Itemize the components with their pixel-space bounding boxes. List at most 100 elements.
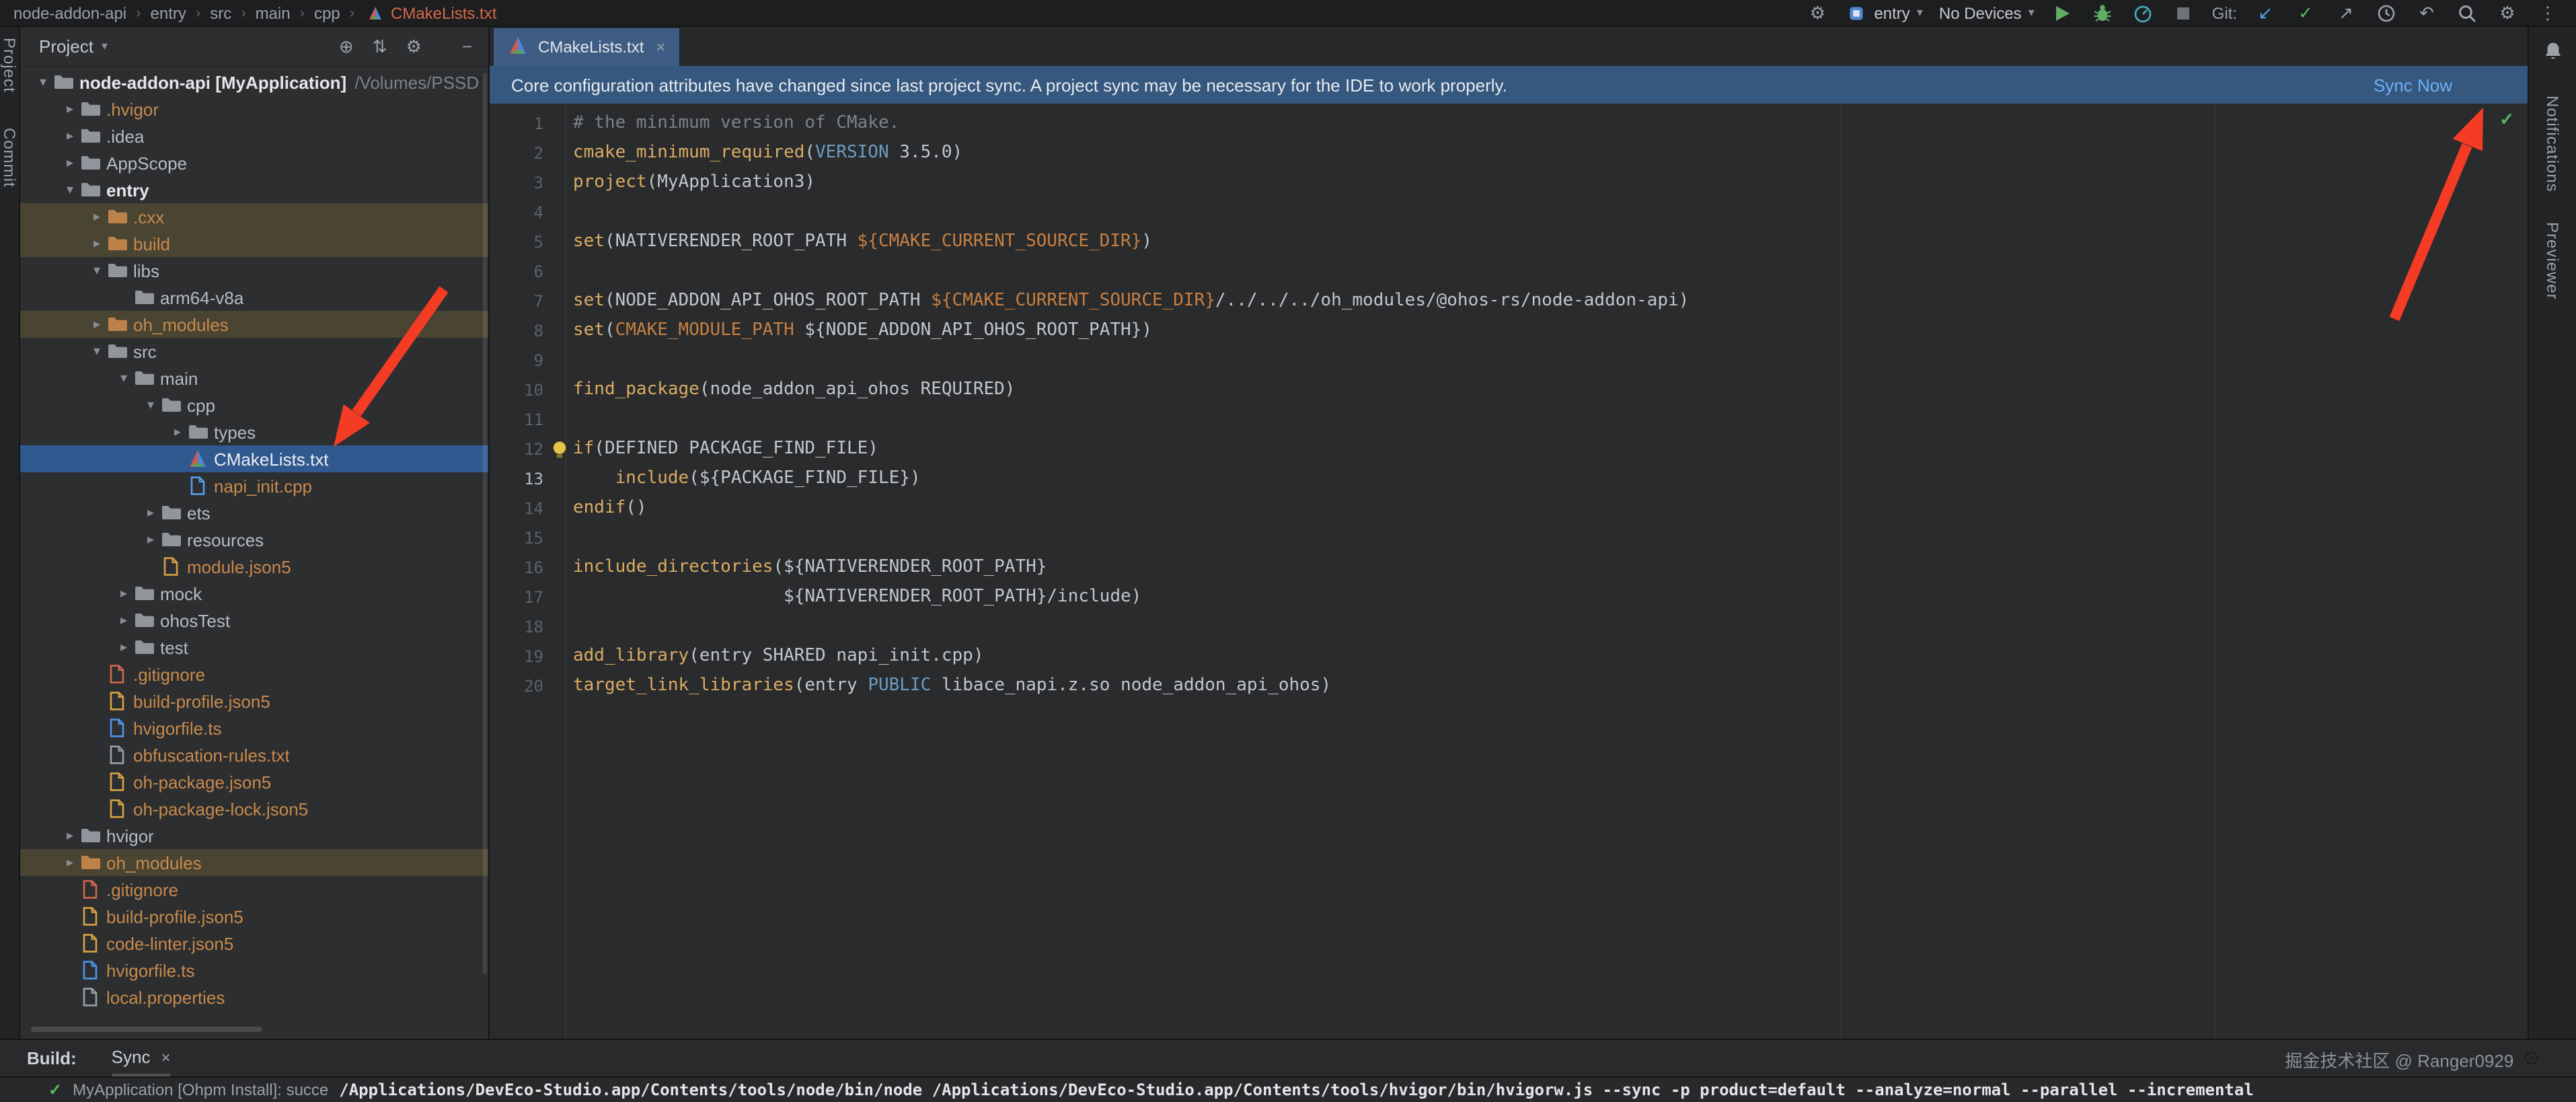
tree-item-hvigorfile-ts[interactable]: hvigorfile.ts [20, 714, 488, 741]
run-button[interactable] [2051, 1, 2075, 25]
git-push-button[interactable]: ↗ [2334, 1, 2358, 25]
tool-window-notifications-bell[interactable] [2542, 40, 2563, 66]
code-line-8[interactable]: 8set(CMAKE_MODULE_PATH ${NODE_ADDON_API_… [490, 316, 2528, 346]
code-line-18[interactable]: 18 [490, 612, 2528, 642]
git-commit-button[interactable]: ✓ [2294, 1, 2318, 25]
chevron-right-icon[interactable]: ▸ [87, 317, 106, 332]
code-line-13[interactable]: 13 include(${PACKAGE_FIND_FILE}) [490, 464, 2528, 494]
code-line-1[interactable]: 1# the minimum version of CMake. [490, 109, 2528, 139]
tree-item-mock[interactable]: ▸mock [20, 580, 488, 607]
run-config-select[interactable]: entry▾ [1846, 2, 1922, 24]
debug-button[interactable] [2091, 1, 2115, 25]
inspections-ok-icon[interactable]: ✓ [2499, 109, 2514, 131]
tree-item-build-profile-json5[interactable]: build-profile.json5 [20, 688, 488, 714]
tree-item-cpp[interactable]: ▾cpp [20, 392, 488, 418]
tree-item-build-profile-json5[interactable]: build-profile.json5 [20, 903, 488, 930]
editor-tab-cmakelists[interactable]: CMakeLists.txt × [494, 28, 679, 66]
chevron-right-icon[interactable]: ▸ [168, 425, 187, 439]
expand-collapse-button[interactable]: ⇅ [373, 36, 387, 57]
code-line-11[interactable]: 11 [490, 405, 2528, 435]
sync-settings-icon[interactable]: ⚙ [1805, 1, 1829, 25]
code-line-3[interactable]: 3project(MyApplication3) [490, 168, 2528, 198]
tree-item-node-addon-api-myapplication[interactable]: ▾node-addon-api [MyApplication]/Volumes/… [20, 69, 488, 96]
tree-item-appscope[interactable]: ▸AppScope [20, 149, 488, 176]
breadcrumb-item-main[interactable]: main [256, 3, 291, 22]
tree-item-oh-modules[interactable]: ▸oh_modules [20, 849, 488, 876]
code-line-17[interactable]: 17 ${NATIVERENDER_ROOT_PATH}/include) [490, 583, 2528, 612]
profiler-button[interactable] [2131, 1, 2156, 25]
tree-item-types[interactable]: ▸types [20, 418, 488, 445]
chevron-right-icon[interactable]: ▸ [114, 640, 133, 655]
tree-item-ets[interactable]: ▸ets [20, 499, 488, 526]
tree-item-oh-modules[interactable]: ▸oh_modules [20, 311, 488, 338]
git-update-button[interactable]: ↙ [2253, 1, 2277, 25]
chevron-right-icon[interactable]: ▸ [87, 209, 106, 224]
tree-item-obfuscation-rules-txt[interactable]: obfuscation-rules.txt [20, 741, 488, 768]
tree-item-module-json5[interactable]: module.json5 [20, 553, 488, 580]
breadcrumb-item-cpp[interactable]: cpp [314, 3, 340, 22]
tool-window-commit[interactable]: Commit [0, 128, 19, 188]
tree-item-oh-package-json5[interactable]: oh-package.json5 [20, 768, 488, 795]
tree-item-cmakelists-txt[interactable]: CMakeLists.txt [20, 445, 488, 472]
tree-item-entry[interactable]: ▾entry [20, 176, 488, 203]
chevron-right-icon[interactable]: ▸ [61, 155, 79, 170]
chevron-right-icon[interactable]: ▸ [61, 828, 79, 843]
tree-item-local-properties[interactable]: local.properties [20, 984, 488, 1011]
tree-item-arm64-v8a[interactable]: arm64-v8a [20, 284, 488, 311]
tree-item-main[interactable]: ▾main [20, 365, 488, 392]
chevron-down-icon[interactable]: ▾ [114, 371, 133, 385]
tree-item-hvigorfile-ts[interactable]: hvigorfile.ts [20, 957, 488, 984]
code-line-19[interactable]: 19add_library(entry SHARED napi_init.cpp… [490, 642, 2528, 671]
ide-settings-button[interactable]: ⚙ [2495, 1, 2520, 25]
tree-item-napi-init-cpp[interactable]: napi_init.cpp [20, 472, 488, 499]
code-line-16[interactable]: 16include_directories(${NATIVERENDER_ROO… [490, 553, 2528, 583]
code-line-5[interactable]: 5set(NATIVERENDER_ROOT_PATH ${CMAKE_CURR… [490, 227, 2528, 257]
build-tab-sync[interactable]: Sync × [112, 1041, 171, 1076]
device-select[interactable]: No Devices▾ [1939, 3, 2035, 22]
sync-now-link[interactable]: Sync Now [2374, 75, 2452, 95]
tree-item-code-linter-json5[interactable]: code-linter.json5 [20, 930, 488, 957]
tree-item-cxx[interactable]: ▸.cxx [20, 203, 488, 230]
rollback-button[interactable]: ↶ [2415, 1, 2439, 25]
search-everywhere-button[interactable] [2455, 1, 2479, 25]
close-build-tab-icon[interactable]: × [161, 1048, 170, 1066]
close-tab-icon[interactable]: × [656, 38, 665, 57]
tree-horizontal-scrollbar[interactable] [31, 1027, 262, 1032]
tree-vertical-scrollbar[interactable] [483, 73, 487, 974]
code-line-12[interactable]: 12if(DEFINED PACKAGE_FIND_FILE) [490, 435, 2528, 464]
code-editor[interactable]: 1# the minimum version of CMake.2cmake_m… [490, 104, 2528, 1039]
tool-window-previewer[interactable]: Previewer [2543, 222, 2562, 300]
tree-item-oh-package-lock-json5[interactable]: oh-package-lock.json5 [20, 795, 488, 822]
tree-item-ohostest[interactable]: ▸ohosTest [20, 607, 488, 634]
chevron-right-icon[interactable]: ▸ [141, 505, 160, 520]
chevron-right-icon[interactable]: ▸ [61, 128, 79, 143]
breadcrumb[interactable]: node-addon-api›entry›src›main›cpp›CMakeL… [0, 2, 1805, 24]
code-line-2[interactable]: 2cmake_minimum_required(VERSION 3.5.0) [490, 139, 2528, 168]
status-task-text[interactable]: MyApplication [Ohpm Install]: succe [73, 1080, 328, 1099]
chevron-right-icon[interactable]: ▸ [87, 236, 106, 251]
intention-bulb-icon[interactable] [549, 439, 570, 460]
tree-item-hvigor[interactable]: ▸.hvigor [20, 96, 488, 122]
hide-panel-button[interactable]: − [462, 36, 472, 57]
breadcrumb-item-entry[interactable]: entry [151, 3, 186, 22]
code-line-4[interactable]: 4 [490, 198, 2528, 227]
project-view-dropdown[interactable]: Project ▾ [39, 36, 108, 57]
tree-item-hvigor[interactable]: ▸hvigor [20, 822, 488, 849]
code-line-9[interactable]: 9 [490, 346, 2528, 375]
code-line-20[interactable]: 20target_link_libraries(entry PUBLIC lib… [490, 671, 2528, 701]
tree-item-libs[interactable]: ▾libs [20, 257, 488, 284]
tree-item-resources[interactable]: ▸resources [20, 526, 488, 553]
locate-file-button[interactable]: ⊕ [339, 36, 354, 57]
code-line-7[interactable]: 7set(NODE_ADDON_API_OHOS_ROOT_PATH ${CMA… [490, 287, 2528, 316]
stop-button[interactable] [2172, 1, 2196, 25]
tool-window-notifications[interactable]: Notifications [2543, 96, 2562, 192]
tree-item-idea[interactable]: ▸.idea [20, 122, 488, 149]
chevron-down-icon[interactable]: ▾ [87, 344, 106, 359]
code-line-10[interactable]: 10find_package(node_addon_api_ohos REQUI… [490, 375, 2528, 405]
chevron-right-icon[interactable]: ▸ [114, 613, 133, 628]
tree-item-build[interactable]: ▸build [20, 230, 488, 257]
breadcrumb-item-node-addon-api[interactable]: node-addon-api [13, 3, 126, 22]
chevron-down-icon[interactable]: ▾ [141, 398, 160, 412]
chevron-right-icon[interactable]: ▸ [61, 102, 79, 116]
breadcrumb-item-cmakelists-txt[interactable]: CMakeLists.txt [364, 2, 496, 24]
